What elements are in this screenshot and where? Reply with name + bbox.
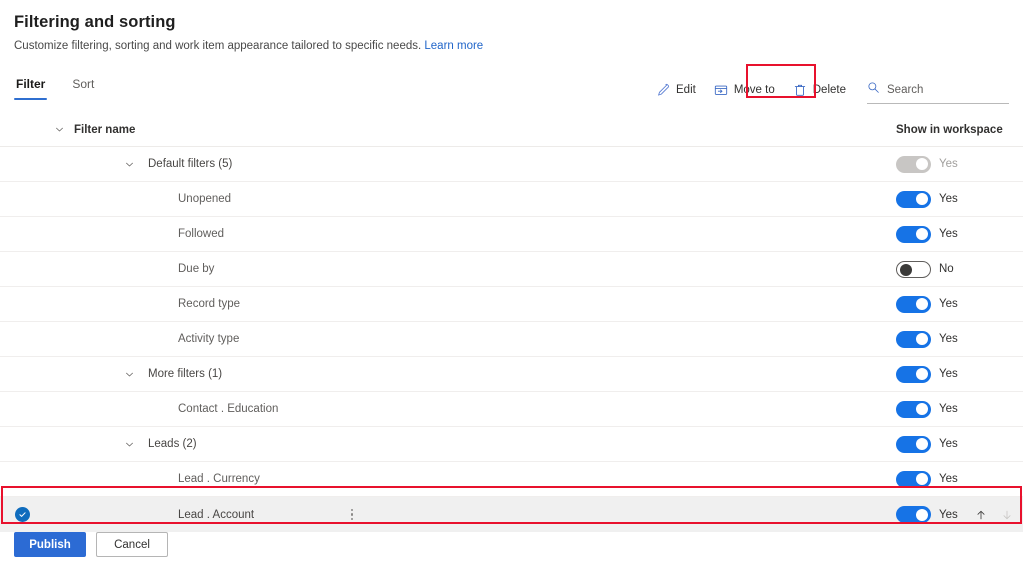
show-in-workspace-toggle[interactable] [896, 190, 931, 208]
show-in-workspace-cell: Yes [880, 322, 1023, 356]
chevron-down-icon[interactable] [114, 159, 144, 170]
show-in-workspace-toggle-label: Yes [939, 473, 958, 485]
page-title: Filtering and sorting [14, 13, 176, 31]
show-in-workspace-cell: Yes [880, 287, 1023, 321]
row-filter-name: Lead . Currency [178, 473, 260, 485]
row-filter-name: Followed [178, 228, 225, 240]
column-header-filter-name-label: Filter name [74, 123, 136, 136]
show-in-workspace-toggle-label: Yes [939, 228, 958, 240]
show-in-workspace-toggle[interactable] [896, 435, 931, 453]
publish-button[interactable]: Publish [14, 532, 86, 557]
table-row-selected[interactable]: Lead . Account Yes [0, 497, 1023, 532]
show-in-workspace-toggle[interactable] [896, 506, 931, 523]
page-header: Filtering and sorting Customize filterin… [0, 0, 1023, 54]
row-filter-name: Lead . Account [178, 508, 255, 521]
show-in-workspace-toggle[interactable] [896, 365, 931, 383]
show-in-workspace-toggle-label: Yes [939, 368, 958, 380]
trash-icon [793, 83, 807, 97]
table-header-row: Filter name Show in workspace [0, 113, 1023, 147]
command-row: Filter Sort Edit Move to Delete Search [0, 71, 1023, 111]
row-filter-name: Due by [178, 263, 215, 275]
row-checkbox[interactable] [0, 507, 44, 522]
search-box[interactable] [867, 76, 1009, 104]
cancel-button[interactable]: Cancel [96, 532, 168, 557]
tab-strip: Filter Sort [14, 71, 96, 100]
table-row[interactable]: Activity type Yes [0, 322, 1023, 357]
command-bar: Edit Move to Delete [647, 75, 1009, 105]
edit-button-label: Edit [676, 84, 696, 96]
show-in-workspace-toggle[interactable] [896, 225, 931, 243]
row-filter-name: Leads (2) [148, 438, 197, 450]
footer-actions: Publish Cancel [14, 532, 168, 557]
move-to-button-label: Move to [733, 84, 775, 96]
reorder-controls [974, 506, 1014, 524]
chevron-down-icon[interactable] [114, 369, 144, 380]
row-filter-name: Contact . Education [178, 403, 279, 415]
table-row[interactable]: Record type Yes [0, 287, 1023, 322]
filters-table: Filter name Show in workspace Default fi… [0, 113, 1023, 532]
show-in-workspace-toggle-label: Yes [939, 403, 958, 415]
table-row[interactable]: Due by No [0, 252, 1023, 287]
show-in-workspace-toggle[interactable] [896, 260, 931, 278]
show-in-workspace-toggle [896, 155, 931, 173]
pencil-icon [656, 83, 670, 97]
move-up-icon[interactable] [974, 506, 988, 524]
show-in-workspace-toggle-label: Yes [939, 298, 958, 310]
chevron-down-icon[interactable] [44, 124, 74, 135]
row-filter-name: Default filters (5) [148, 158, 233, 170]
checkmark-icon [14, 507, 30, 522]
table-row[interactable]: Default filters (5) Yes [0, 147, 1023, 182]
show-in-workspace-cell: Yes [880, 392, 1023, 426]
table-row[interactable]: Contact . Education Yes [0, 392, 1023, 427]
edit-button[interactable]: Edit [647, 75, 705, 105]
chevron-down-icon[interactable] [114, 439, 144, 450]
search-input[interactable] [887, 83, 995, 96]
show-in-workspace-cell: No [880, 252, 1023, 286]
show-in-workspace-cell: Yes [880, 497, 1023, 532]
show-in-workspace-toggle[interactable] [896, 295, 931, 313]
show-in-workspace-cell: Yes [880, 147, 1023, 181]
show-in-workspace-toggle[interactable] [896, 470, 931, 488]
table-row[interactable]: Unopened Yes [0, 182, 1023, 217]
show-in-workspace-cell: Yes [880, 462, 1023, 496]
show-in-workspace-cell: Yes [880, 182, 1023, 216]
tab-sort[interactable]: Sort [70, 77, 96, 100]
delete-button-label: Delete [812, 84, 846, 96]
column-header-filter-name: Filter name [0, 124, 135, 136]
column-header-show-in-workspace: Show in workspace [896, 123, 1003, 136]
table-row[interactable]: Leads (2) Yes [0, 427, 1023, 462]
show-in-workspace-toggle-label: Yes [939, 438, 958, 450]
page-subtitle-text: Customize filtering, sorting and work it… [14, 40, 422, 52]
tab-filter[interactable]: Filter [14, 77, 48, 100]
row-filter-name: Unopened [178, 193, 232, 205]
show-in-workspace-toggle[interactable] [896, 400, 931, 418]
more-options-icon[interactable] [345, 506, 359, 524]
move-down-icon [1000, 506, 1014, 524]
row-filter-name: More filters (1) [148, 368, 223, 380]
show-in-workspace-cell: Yes [880, 357, 1023, 391]
table-row[interactable]: More filters (1) Yes [0, 357, 1023, 392]
search-icon [867, 81, 880, 99]
show-in-workspace-cell: Yes [880, 427, 1023, 461]
move-to-button[interactable]: Move to [705, 75, 784, 105]
row-filter-name: Activity type [178, 333, 240, 345]
show-in-workspace-toggle-label: Yes [939, 508, 958, 521]
show-in-workspace-toggle[interactable] [896, 330, 931, 348]
move-to-icon [714, 83, 728, 97]
row-filter-name: Record type [178, 298, 241, 310]
show-in-workspace-toggle-label: Yes [939, 333, 958, 345]
delete-button[interactable]: Delete [784, 75, 855, 105]
learn-more-link[interactable]: Learn more [424, 40, 483, 52]
table-body: Default filters (5) Yes Unopened Yes Followe… [0, 147, 1023, 532]
show-in-workspace-toggle-label: Yes [939, 193, 958, 205]
show-in-workspace-toggle-label: No [939, 263, 954, 275]
show-in-workspace-cell: Yes [880, 217, 1023, 251]
show-in-workspace-toggle-label: Yes [939, 158, 958, 170]
table-row[interactable]: Lead . Currency Yes [0, 462, 1023, 497]
page-subtitle: Customize filtering, sorting and work it… [14, 39, 1009, 54]
table-row[interactable]: Followed Yes [0, 217, 1023, 252]
